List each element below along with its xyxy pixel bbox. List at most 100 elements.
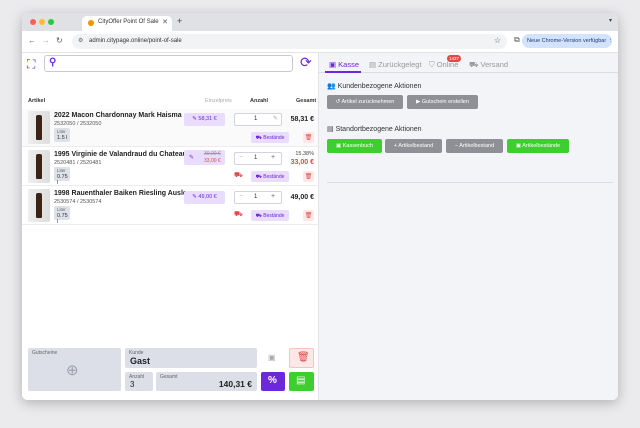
bookmark-star-icon[interactable]: ☆ (494, 36, 501, 45)
button-label: Artikelbestand (398, 143, 434, 149)
product-image (28, 189, 50, 222)
liter-badge: Liter 0.75 l (54, 206, 70, 225)
pencil-icon: ✎ (189, 155, 195, 161)
forward-icon[interactable]: → (42, 36, 50, 45)
quantity-value: 1 (254, 116, 258, 122)
count-value: 3 (130, 380, 135, 389)
address-bar[interactable]: ⚙ admin.citypage.online/point-of-sale ☆ (72, 34, 507, 49)
cart-row[interactable]: 1998 Rauenthaler Baiken Riesling Auslese… (22, 187, 318, 225)
browser-toolbar: ← → ↻ ⚙ admin.citypage.online/point-of-s… (22, 31, 618, 53)
column-unit-price: Einzelpreis (205, 98, 232, 104)
create-voucher-button[interactable]: ▶ Gutschein erstellen (407, 95, 478, 109)
extensions-icon[interactable]: ⧉ (514, 35, 520, 45)
column-quantity: Anzahl (250, 98, 269, 104)
shipping-icon[interactable]: ⛟ (234, 171, 243, 180)
column-total: Gesamt (296, 98, 317, 104)
minus-icon[interactable]: − (239, 154, 243, 161)
browser-window: CityOffer Point Of Sale ✕ + ▾ ← → ↻ ⚙ ad… (22, 13, 618, 400)
button-label: Gutschein erstellen (421, 99, 469, 105)
tab-zurueckgelegt[interactable]: ▤ Zurückgelegt (369, 60, 422, 69)
remove-item-button[interactable]: 🗑 (303, 171, 314, 182)
product-name: 2022 Macon Chardonnay Mark Haisma (54, 112, 182, 119)
quantity-stepper[interactable]: 1 ✎ (234, 113, 282, 126)
button-label: Kassenbuch (342, 143, 373, 149)
section-divider (327, 182, 613, 183)
product-image (28, 111, 50, 144)
liter-value: 0.75 l (57, 213, 68, 225)
chrome-update-button[interactable]: Neue Chrome-Version verfügbar ⋮ (522, 34, 613, 48)
stock-levels-button[interactable]: ▣ Artikelbestände (507, 139, 569, 153)
stock-button[interactable]: ⛟ Bestände (251, 210, 289, 221)
tab-kasse[interactable]: ▣ Kasse (329, 60, 359, 69)
new-tab-icon[interactable]: + (177, 16, 182, 26)
stock-label: Bestände (263, 174, 285, 180)
liter-label: Liter (57, 168, 66, 173)
button-label: Artikelbestände (522, 143, 561, 149)
section-title: Standortbezogene Aktionen (335, 126, 422, 133)
remove-item-button[interactable]: 🗑 (303, 132, 314, 143)
close-tab-icon[interactable]: ✕ (162, 18, 168, 26)
search-icon: ⚲ (49, 57, 57, 68)
count-field: Anzahl 3 (125, 372, 153, 391)
liter-value: 0.75 l (57, 174, 68, 186)
trash-icon: 🗑 (297, 352, 310, 363)
actions-panel: ▣ Kasse ▤ Zurückgelegt ⛉ Online 1437 ⛟ V… (318, 53, 618, 400)
column-article: Artikel (28, 98, 46, 104)
discount-button[interactable]: % (261, 372, 285, 391)
vouchers-area[interactable]: Gutscheine ⊕ (28, 348, 121, 391)
discounted-price: 33,00 € (204, 158, 221, 164)
return-item-button[interactable]: ↺ Artikel zurücknehmen (327, 95, 403, 109)
clear-cart-button[interactable]: 🗑 (289, 348, 314, 368)
refresh-icon[interactable]: ⟳ (300, 54, 312, 71)
minus-icon[interactable]: − (239, 193, 243, 200)
cart-panel: ⛶ ⚲ ⟳ Artikel Einzelpreis Anzahl Gesamt … (22, 53, 318, 400)
remove-stock-button[interactable]: − Artikelbestand (446, 139, 503, 153)
grand-total-value: 140,31 € (218, 379, 252, 389)
liter-label: Liter (57, 207, 66, 212)
app-content: ⛶ ⚲ ⟳ Artikel Einzelpreis Anzahl Gesamt … (22, 53, 618, 400)
tab-strip: CityOffer Point Of Sale ✕ + ▾ (22, 13, 618, 31)
zoom-in-icon[interactable]: ⊕ (66, 361, 79, 379)
reload-icon[interactable]: ↻ (56, 36, 63, 45)
plus-icon[interactable]: + (271, 193, 275, 200)
fullscreen-icon[interactable]: ⛶ (27, 57, 35, 72)
maximize-window-button[interactable] (48, 19, 54, 25)
back-icon[interactable]: ← (28, 36, 36, 45)
customer-field[interactable]: Kunde Gast (125, 348, 257, 368)
cart-row[interactable]: 2022 Macon Chardonnay Mark Haisma 253205… (22, 109, 318, 147)
close-window-button[interactable] (30, 19, 36, 25)
cashbook-button[interactable]: ▣ Kassenbuch (327, 139, 382, 153)
product-search-input[interactable]: ⚲ (44, 55, 293, 72)
liter-badge: Liter 1.5 l (54, 128, 70, 142)
remove-item-button[interactable]: 🗑 (303, 210, 314, 221)
tab-menu-icon[interactable]: ▾ (609, 17, 612, 24)
tab-label: Kasse (338, 60, 360, 69)
plus-icon[interactable]: + (271, 154, 275, 161)
stock-button[interactable]: ⛟ Bestände (251, 132, 289, 143)
stock-button[interactable]: ⛟ Bestände (251, 171, 289, 182)
minimize-window-button[interactable] (39, 19, 45, 25)
save-button[interactable]: ▣ (262, 348, 282, 368)
checkout-button[interactable]: ▤ (289, 372, 314, 391)
cart-row[interactable]: 1995 Virginie de Valandraud du Chateau V… (22, 148, 318, 186)
site-info-icon[interactable]: ⚙ (78, 37, 83, 44)
product-sku: 2530574 / 2530574 (54, 199, 102, 205)
add-stock-button[interactable]: + Artikelbestand (385, 139, 442, 153)
quantity-stepper[interactable]: − 1 + (234, 152, 282, 165)
old-price: 39,00 € (204, 151, 221, 157)
edit-price-button[interactable]: ✎ 58,31 € (184, 113, 225, 126)
edit-price-button[interactable]: ✎ 39,00 € 33,00 € (184, 150, 225, 165)
edit-price-button[interactable]: ✎ 49,00 € (184, 191, 225, 204)
discount-percent: 15.38% (295, 151, 314, 157)
shipping-icon[interactable]: ⛟ (234, 210, 243, 219)
update-label: Neue Chrome-Version verfügbar (527, 38, 607, 44)
cash-register-icon: ▤ (296, 375, 306, 386)
quantity-stepper[interactable]: − 1 + (234, 191, 282, 204)
save-icon: ▣ (268, 353, 276, 362)
pencil-icon[interactable]: ✎ (273, 115, 278, 122)
price-label: 58,31 € (198, 116, 217, 122)
browser-tab[interactable]: CityOffer Point Of Sale ✕ (82, 16, 172, 31)
percent-icon: % (268, 375, 277, 386)
row-total: 49,00 € (290, 194, 314, 201)
tab-versand[interactable]: ⛟ Versand (469, 60, 508, 70)
